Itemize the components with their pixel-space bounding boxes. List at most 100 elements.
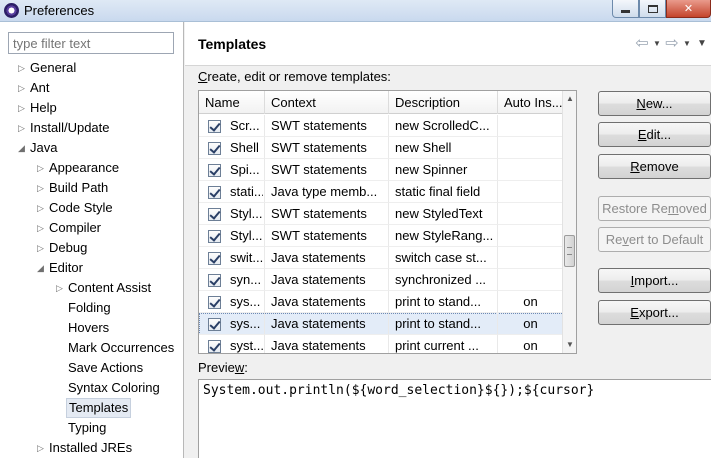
table-row[interactable]: sys... Java statements print to stand... on <box>199 313 564 335</box>
sidebar-item-content-assist[interactable]: ▷ Content Assist <box>0 278 184 298</box>
name-cell: Shell <box>199 137 265 159</box>
enabled-checkbox[interactable] <box>208 318 221 331</box>
enabled-checkbox[interactable] <box>208 252 221 265</box>
collapsed-arrow-icon[interactable]: ▷ <box>37 438 47 458</box>
table-row[interactable]: stati... Java type memb... static final fi… <box>199 181 564 203</box>
table-scrollbar[interactable]: ▲ ▼ <box>562 91 576 353</box>
column-header-auto-insert[interactable]: Auto Ins... <box>498 91 564 114</box>
sidebar-item-label: Syntax Coloring <box>68 380 160 395</box>
auto-insert-cell <box>498 225 564 247</box>
sidebar-item-general[interactable]: ▷ General <box>0 58 184 78</box>
sidebar-item-debug[interactable]: ▷ Debug <box>0 238 184 258</box>
collapsed-arrow-icon[interactable]: ▷ <box>37 158 47 178</box>
template-name: stati... <box>230 184 263 199</box>
sidebar-item-build-path[interactable]: ▷ Build Path <box>0 178 184 198</box>
enabled-checkbox[interactable] <box>208 208 221 221</box>
sidebar-item-code-style[interactable]: ▷ Code Style <box>0 198 184 218</box>
template-name: Shell <box>230 140 259 155</box>
templates-page: Templates ⇦ ▼ ⇨ ▼ ▼ Create, edit or remo… <box>185 22 711 458</box>
description-cell: new Spinner <box>389 159 498 181</box>
scroll-up-icon[interactable]: ▲ <box>563 91 576 107</box>
enabled-checkbox[interactable] <box>208 340 221 353</box>
collapsed-arrow-icon[interactable]: ▷ <box>18 58 28 78</box>
column-header-context[interactable]: Context <box>265 91 389 114</box>
back-dropdown-icon[interactable]: ▼ <box>651 39 663 48</box>
close-button[interactable]: ✕ <box>666 0 711 18</box>
sidebar-item-folding[interactable]: Folding <box>0 298 184 318</box>
preview-code[interactable]: System.out.println(${word_selection}${})… <box>198 379 711 458</box>
expanded-arrow-icon[interactable]: ◢ <box>37 258 47 278</box>
auto-insert-cell <box>498 269 564 291</box>
collapsed-arrow-icon[interactable]: ▷ <box>56 278 66 298</box>
table-row[interactable]: Styl... SWT statements new StyleRang... <box>199 225 564 247</box>
expanded-arrow-icon[interactable]: ◢ <box>18 138 28 158</box>
enabled-checkbox[interactable] <box>208 274 221 287</box>
sidebar-item-editor[interactable]: ◢ Editor <box>0 258 184 278</box>
sidebar-item-typing[interactable]: Typing <box>0 418 184 438</box>
context-cell: SWT statements <box>265 115 389 137</box>
table-row[interactable]: swit... Java statements switch case st... <box>199 247 564 269</box>
enabled-checkbox[interactable] <box>208 230 221 243</box>
sidebar-item-syntax-coloring[interactable]: Syntax Coloring <box>0 378 184 398</box>
collapsed-arrow-icon[interactable]: ▷ <box>37 238 47 258</box>
table-row[interactable]: Styl... SWT statements new StyledText <box>199 203 564 225</box>
export-button[interactable]: Export... <box>598 300 711 325</box>
sidebar-item-appearance[interactable]: ▷ Appearance <box>0 158 184 178</box>
sidebar-item-label: Debug <box>49 240 88 255</box>
table-row[interactable]: Shell SWT statements new Shell <box>199 137 564 159</box>
collapsed-arrow-icon[interactable]: ▷ <box>37 198 47 218</box>
description-cell: print to stand... <box>389 313 498 335</box>
enabled-checkbox[interactable] <box>208 186 221 199</box>
minimize-button[interactable] <box>612 0 639 18</box>
sidebar-item-label: Install/Update <box>30 120 110 135</box>
enabled-checkbox[interactable] <box>208 120 221 133</box>
table-row[interactable]: syst... Java statements print current ... o… <box>199 335 564 353</box>
collapsed-arrow-icon[interactable]: ▷ <box>37 178 47 198</box>
context-cell: Java statements <box>265 291 389 313</box>
scroll-down-icon[interactable]: ▼ <box>563 337 576 353</box>
table-row[interactable]: Scr... SWT statements new ScrolledC... <box>199 115 564 137</box>
enabled-checkbox[interactable] <box>208 142 221 155</box>
sidebar-item-label: Content Assist <box>68 280 152 295</box>
remove-button[interactable]: Remove <box>598 154 711 179</box>
edit-button[interactable]: Edit... <box>598 122 711 147</box>
collapsed-arrow-icon[interactable]: ▷ <box>18 98 28 118</box>
back-arrow-icon[interactable]: ⇦ <box>633 33 651 53</box>
forward-arrow-icon[interactable]: ⇨ <box>663 33 681 53</box>
sidebar-item-ant[interactable]: ▷ Ant <box>0 78 184 98</box>
import-button[interactable]: Import... <box>598 268 711 293</box>
sidebar-item-install-update[interactable]: ▷ Install/Update <box>0 118 184 138</box>
collapsed-arrow-icon[interactable]: ▷ <box>37 218 47 238</box>
column-header-description[interactable]: Description <box>389 91 498 114</box>
enabled-checkbox[interactable] <box>208 296 221 309</box>
collapsed-arrow-icon[interactable]: ▷ <box>18 118 28 138</box>
filter-input[interactable] <box>8 32 174 54</box>
table-row[interactable]: sys... Java statements print to stand... on <box>199 291 564 313</box>
table-row[interactable]: syn... Java statements synchronized ... <box>199 269 564 291</box>
maximize-button[interactable] <box>639 0 666 18</box>
revert-to-default-button[interactable]: Revert to Default <box>598 227 711 252</box>
description-label: Create, edit or remove templates: <box>198 69 391 84</box>
sidebar-item-save-actions[interactable]: Save Actions <box>0 358 184 378</box>
table-row[interactable]: Spi... SWT statements new Spinner <box>199 159 564 181</box>
restore-removed-button[interactable]: Restore Removed <box>598 196 711 221</box>
sidebar-item-compiler[interactable]: ▷ Compiler <box>0 218 184 238</box>
auto-insert-cell: on <box>498 291 564 313</box>
description-cell: print to stand... <box>389 291 498 313</box>
new-button[interactable]: New... <box>598 91 711 116</box>
collapsed-arrow-icon[interactable]: ▷ <box>18 78 28 98</box>
sidebar-item-help[interactable]: ▷ Help <box>0 98 184 118</box>
sidebar-item-installed-jres[interactable]: ▷ Installed JREs <box>0 438 184 458</box>
sidebar-item-hovers[interactable]: Hovers <box>0 318 184 338</box>
sidebar-item-java[interactable]: ◢ Java <box>0 138 184 158</box>
scroll-thumb[interactable] <box>564 235 575 267</box>
sidebar-item-templates[interactable]: Templates <box>0 398 184 418</box>
sidebar-item-mark-occurrences[interactable]: Mark Occurrences <box>0 338 184 358</box>
sidebar-item-label: Installed JREs <box>49 440 133 455</box>
forward-dropdown-icon[interactable]: ▼ <box>681 39 693 48</box>
column-header-name[interactable]: Name <box>199 91 265 114</box>
sidebar-item-label: Ant <box>30 80 50 95</box>
name-cell: Styl... <box>199 225 265 247</box>
enabled-checkbox[interactable] <box>208 164 221 177</box>
view-menu-icon[interactable]: ▼ <box>693 38 711 49</box>
